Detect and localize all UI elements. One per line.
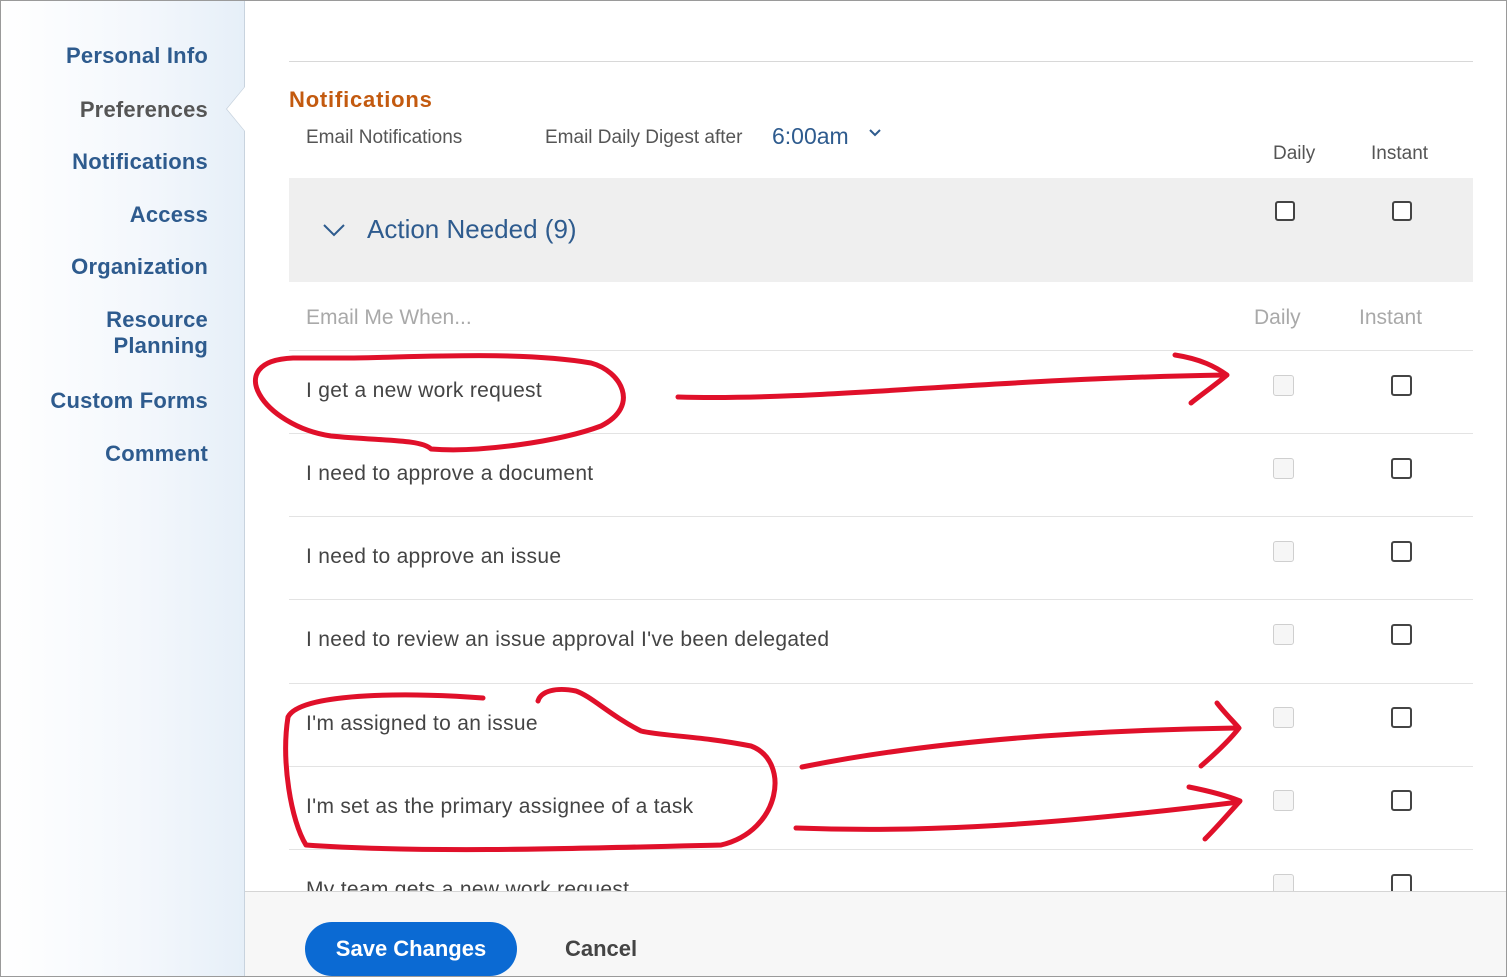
instant-checkbox[interactable]	[1391, 541, 1412, 562]
table-row: I need to approve an issue	[289, 516, 1473, 600]
subheader-instant: Instant	[1359, 306, 1423, 329]
instant-checkbox[interactable]	[1391, 790, 1412, 811]
table-row: I'm assigned to an issue	[289, 683, 1473, 767]
sidebar-item-resource-planning[interactable]: Resource Planning	[58, 307, 208, 359]
window-frame: Personal Info Preferences Notifications …	[0, 0, 1507, 977]
cancel-button[interactable]: Cancel	[545, 922, 657, 976]
table-row: I need to review an issue approval I've …	[289, 599, 1473, 683]
sidebar-item-custom-forms[interactable]: Custom Forms	[50, 388, 208, 414]
digest-time-select[interactable]: 6:00am	[772, 123, 849, 150]
section-title: Notifications	[289, 87, 433, 112]
footer-bar: Save Changes Cancel	[245, 891, 1506, 976]
daily-checkbox	[1273, 624, 1294, 645]
table-row: I need to approve a document	[289, 433, 1473, 517]
sidebar-item-access[interactable]: Access	[130, 202, 208, 228]
instant-checkbox[interactable]	[1391, 458, 1412, 479]
divider	[289, 61, 1473, 62]
daily-checkbox	[1273, 790, 1294, 811]
sidebar-item-preferences[interactable]: Preferences	[80, 97, 208, 123]
sidebar-item-organization[interactable]: Organization	[71, 254, 208, 280]
group-title[interactable]: Action Needed (9)	[367, 214, 577, 245]
instant-checkbox[interactable]	[1391, 375, 1412, 396]
group-instant-checkbox[interactable]	[1392, 201, 1412, 221]
email-notifications-label: Email Notifications	[306, 127, 463, 148]
table-row: I get a new work request	[289, 350, 1473, 434]
daily-checkbox	[1273, 458, 1294, 479]
group-daily-checkbox[interactable]	[1275, 201, 1295, 221]
email-me-when-header: Email Me When...	[306, 306, 472, 329]
row-label: I need to review an issue approval I've …	[306, 628, 830, 651]
column-header-instant: Instant	[1371, 143, 1429, 164]
sidebar-item-personal-info[interactable]: Personal Info	[66, 43, 208, 69]
notifications-panel: Notifications Email Notifications Email …	[245, 1, 1506, 901]
row-label: I need to approve an issue	[306, 545, 562, 568]
chevron-down-icon[interactable]	[867, 125, 883, 141]
row-label: I'm assigned to an issue	[306, 712, 538, 735]
daily-checkbox	[1273, 541, 1294, 562]
instant-checkbox[interactable]	[1391, 624, 1412, 645]
sidebar: Personal Info Preferences Notifications …	[1, 1, 245, 976]
daily-checkbox	[1273, 707, 1294, 728]
subheader-daily: Daily	[1254, 306, 1301, 329]
column-header-daily: Daily	[1273, 143, 1316, 164]
daily-checkbox	[1273, 375, 1294, 396]
save-changes-button[interactable]: Save Changes	[305, 922, 517, 976]
active-indicator	[227, 87, 245, 131]
chevron-down-icon[interactable]	[322, 222, 346, 238]
digest-label: Email Daily Digest after	[545, 127, 743, 148]
table-row: I'm set as the primary assignee of a tas…	[289, 766, 1473, 850]
sidebar-item-notifications[interactable]: Notifications	[72, 149, 208, 175]
instant-checkbox[interactable]	[1391, 707, 1412, 728]
row-label: I'm set as the primary assignee of a tas…	[306, 795, 694, 818]
row-label: I get a new work request	[306, 379, 542, 402]
row-label: I need to approve a document	[306, 462, 594, 485]
sidebar-item-comment[interactable]: Comment	[105, 441, 208, 467]
group-header-action-needed[interactable]: Action Needed (9)	[289, 178, 1473, 282]
